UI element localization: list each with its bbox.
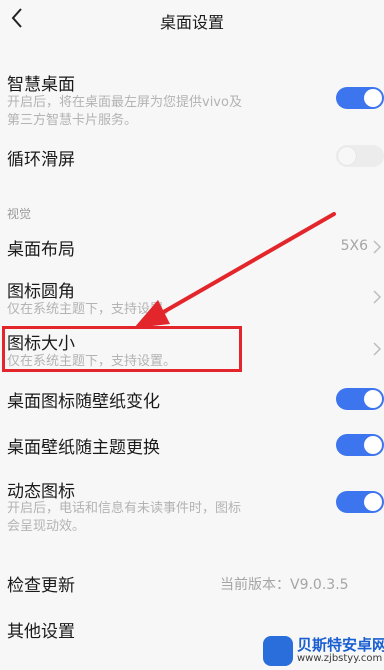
chevron-right-icon <box>373 290 382 304</box>
toggle-knob <box>364 390 382 408</box>
setting-dynamic-icon[interactable]: 动态图标 开启后，电话和信息有未读事件时，图标 会呈现动效。 <box>0 474 384 538</box>
setting-icon-corner[interactable]: 图标圆角 仅在系统主题下，支持设置。 <box>0 276 384 320</box>
setting-description-line2: 第三方智慧卡片服务。 <box>7 113 138 128</box>
brand-logo-icon <box>263 636 293 666</box>
setting-label: 循环滑屏 <box>7 150 75 170</box>
toggle-knob <box>364 493 382 511</box>
setting-smart-desktop[interactable]: 智慧桌面 开启后，将在桌面最左屏为您提供vivo及 第三方智慧卡片服务。 <box>0 66 384 130</box>
setting-description: 仅在系统主题下，支持设置。 <box>7 302 177 317</box>
setting-loop-scroll[interactable]: 循环滑屏 <box>0 140 384 174</box>
chevron-right-icon <box>373 240 382 254</box>
watermark-logo: 贝斯特安卓网 www.zjbstyy.com <box>263 634 384 668</box>
setting-wallpaper-follow-theme[interactable]: 桌面壁纸随主题更换 <box>0 430 384 460</box>
toggle-knob <box>338 147 356 165</box>
layout-value: 5X6 <box>340 238 368 254</box>
top-bar: 桌面设置 <box>0 0 384 40</box>
setting-label: 检查更新 <box>7 576 75 596</box>
setting-label: 桌面壁纸随主题更换 <box>7 438 160 458</box>
wallpaper-follow-theme-toggle[interactable] <box>336 434 384 456</box>
setting-label: 智慧桌面 <box>7 75 75 95</box>
setting-label: 动态图标 <box>7 482 75 502</box>
watermark-brand: 贝斯特安卓网 <box>297 636 384 654</box>
chevron-right-icon <box>373 342 382 356</box>
smart-desktop-toggle[interactable] <box>336 87 384 109</box>
setting-label: 其他设置 <box>7 622 75 642</box>
highlight-box <box>2 326 242 372</box>
setting-label: 桌面布局 <box>7 240 75 260</box>
icon-follow-wallpaper-toggle[interactable] <box>336 388 384 410</box>
setting-desktop-layout[interactable]: 桌面布局 5X6 <box>0 232 384 262</box>
setting-icon-follow-wallpaper[interactable]: 桌面图标随壁纸变化 <box>0 384 384 414</box>
watermark-url: www.zjbstyy.com <box>297 653 383 664</box>
current-version: 当前版本：V9.0.3.5 <box>220 577 349 593</box>
setting-description-line1: 开启后，将在桌面最左屏为您提供vivo及 <box>7 95 242 110</box>
toggle-knob <box>364 436 382 454</box>
dynamic-icon-toggle[interactable] <box>336 491 384 513</box>
toggle-knob <box>364 89 382 107</box>
setting-description-line1: 开启后，电话和信息有未读事件时，图标 <box>7 501 242 516</box>
page-title: 桌面设置 <box>159 13 224 32</box>
loop-scroll-toggle[interactable] <box>336 145 384 167</box>
setting-check-update[interactable]: 检查更新 当前版本：V9.0.3.5 <box>0 568 384 598</box>
setting-label: 图标圆角 <box>7 282 75 302</box>
setting-label: 桌面图标随壁纸变化 <box>7 392 160 412</box>
section-header-visual: 视觉 <box>7 207 32 221</box>
setting-description-line2: 会呈现动效。 <box>7 519 86 534</box>
